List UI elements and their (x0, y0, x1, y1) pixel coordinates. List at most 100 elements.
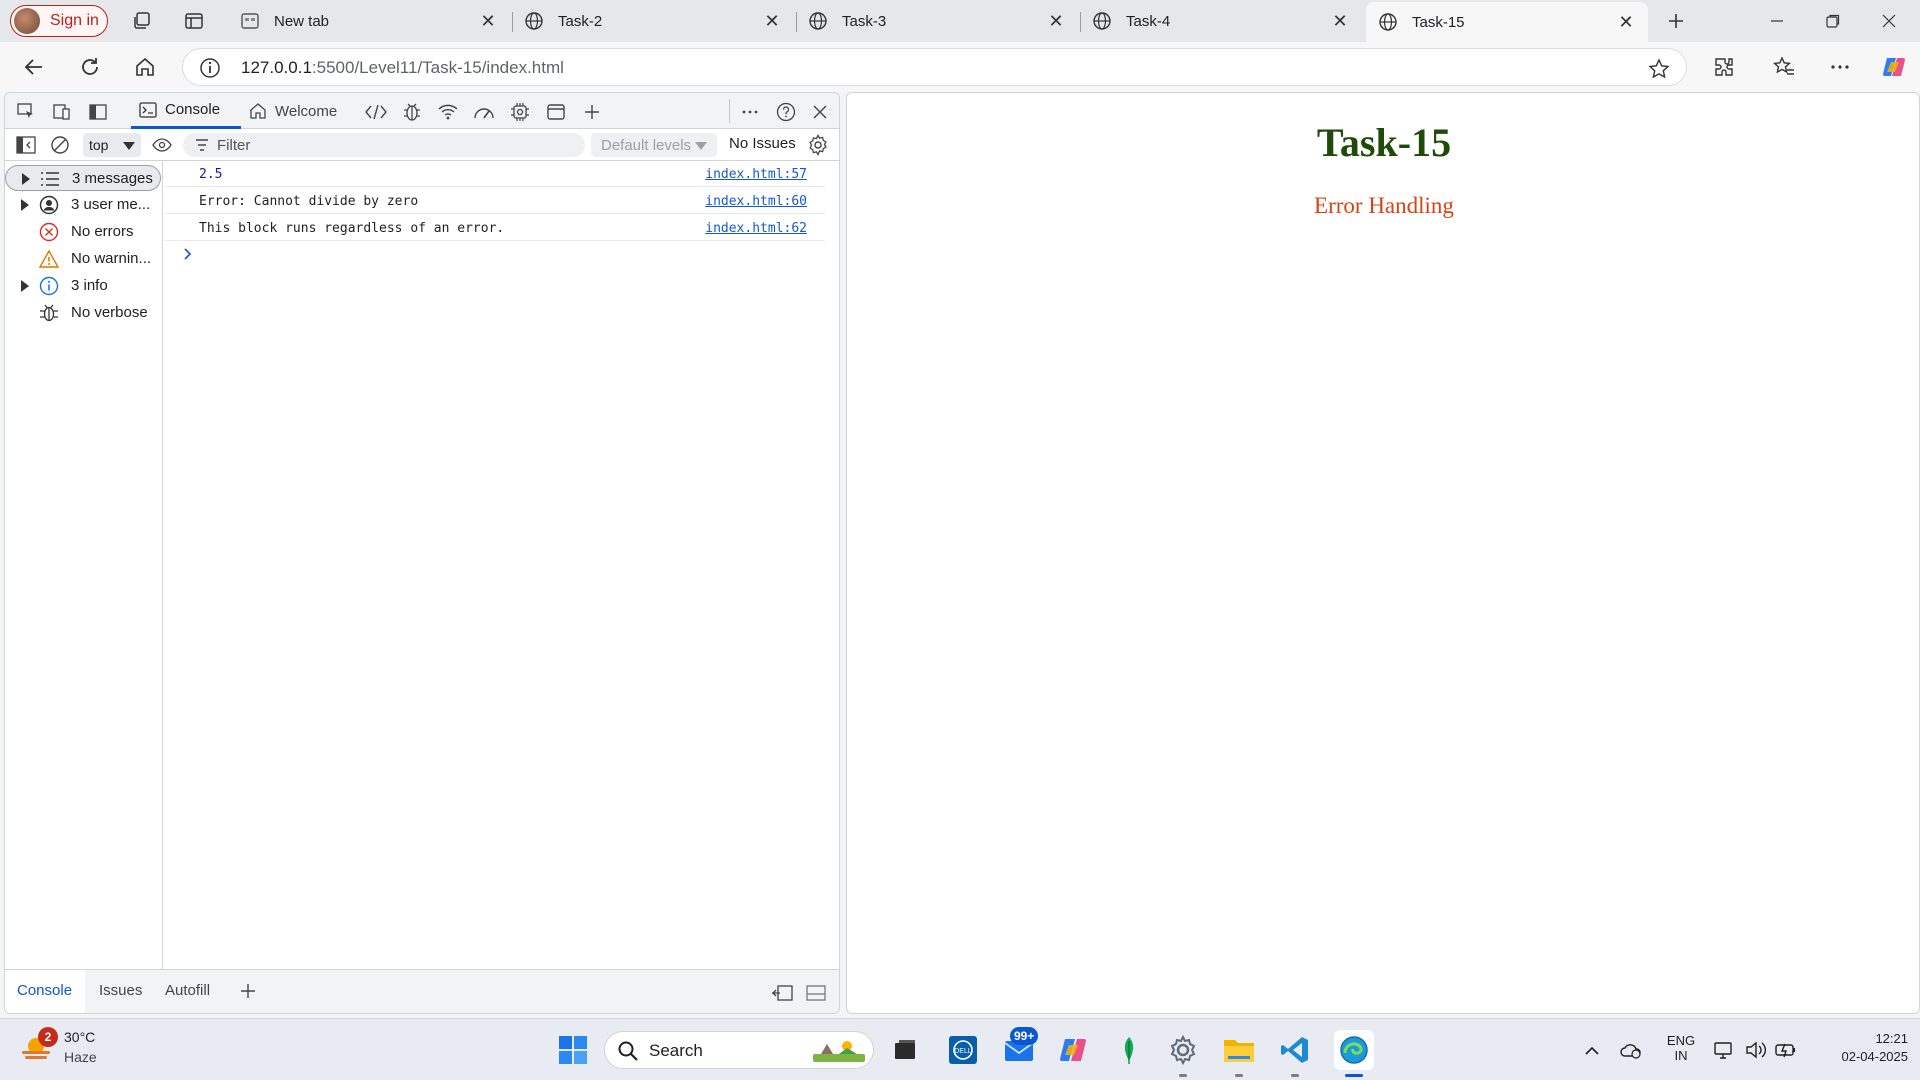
sidebar-item-label: 3 info (71, 277, 108, 294)
tab-label: Task-3 (842, 12, 887, 30)
settings-gear-icon[interactable] (1166, 1033, 1200, 1067)
sidebar-item-verbose[interactable]: No verbose (5, 300, 161, 326)
expand-arrow-icon[interactable] (22, 173, 30, 185)
back-button[interactable] (20, 53, 48, 81)
close-icon[interactable]: ✕ (1046, 11, 1066, 31)
device-toolbar-icon[interactable] (51, 101, 73, 123)
close-icon[interactable]: ✕ (1616, 12, 1636, 32)
tab-new-tab[interactable]: New tab ✕ (228, 2, 510, 40)
clock-time: 12:21 (1875, 1031, 1908, 1046)
home-button[interactable] (131, 53, 159, 81)
memory-chip-icon[interactable] (509, 101, 531, 123)
filter-input[interactable]: Filter (183, 133, 585, 157)
close-devtools-icon[interactable] (809, 101, 831, 123)
windows-start-icon[interactable] (556, 1033, 590, 1067)
favorites-icon[interactable] (1770, 53, 1798, 81)
sidebar-toggle-icon[interactable] (15, 134, 37, 156)
log-levels-dropdown[interactable]: Default levels (591, 133, 717, 157)
refresh-button[interactable] (76, 53, 104, 81)
elements-tab-icon[interactable] (365, 101, 387, 123)
close-window-button[interactable] (1866, 6, 1912, 36)
copilot-icon[interactable] (1880, 53, 1908, 81)
site-info-icon[interactable] (199, 57, 221, 79)
live-expression-eye-icon[interactable] (151, 134, 173, 156)
console-settings-gear-icon[interactable] (807, 134, 829, 156)
inspect-element-icon[interactable] (15, 101, 37, 123)
sidebar-item-info[interactable]: 3 info (5, 273, 161, 299)
signin-button[interactable]: Sign in (10, 5, 108, 37)
log-message: Error: Cannot divide by zero (199, 194, 419, 209)
vertical-tabs-icon[interactable] (182, 9, 206, 33)
drawer-tab-autofill[interactable]: Autofill (165, 982, 210, 999)
more-menu-icon[interactable] (1826, 53, 1854, 81)
network-icon[interactable] (1710, 1033, 1738, 1067)
tab-task-4[interactable]: Task-4 ✕ (1080, 2, 1362, 40)
help-icon[interactable] (775, 101, 797, 123)
application-panel-icon[interactable] (545, 101, 567, 123)
caret-down-icon (123, 142, 135, 150)
drawer-tab-issues[interactable]: Issues (99, 982, 142, 999)
volume-icon[interactable] (1742, 1033, 1770, 1067)
tab-welcome[interactable]: Welcome (249, 93, 337, 129)
restore-button[interactable] (1810, 6, 1856, 36)
tab-task-15[interactable]: Task-15 ✕ (1366, 2, 1648, 42)
more-tools-plus-icon[interactable] (581, 101, 603, 123)
expand-arrow-icon[interactable] (21, 199, 29, 211)
sidebar-item-messages[interactable]: 3 messages (5, 165, 161, 191)
list-icon (40, 169, 60, 189)
context-selector[interactable]: top (83, 133, 141, 157)
dock-side-icon[interactable] (87, 101, 109, 123)
log-source-link[interactable]: index.html:60 (705, 194, 807, 209)
network-wifi-icon[interactable] (437, 101, 459, 123)
close-drawer-icon[interactable] (805, 982, 827, 1004)
tab-task-2[interactable]: Task-2 ✕ (512, 2, 794, 40)
expand-arrow-icon[interactable] (21, 280, 29, 292)
taskbar-search[interactable]: Search (604, 1031, 874, 1069)
tab-console[interactable]: Console (131, 93, 241, 129)
extensions-icon[interactable] (1710, 53, 1738, 81)
clear-console-icon[interactable] (49, 134, 71, 156)
tab-strip: Sign in New tab ✕ Task-2 ✕ Task-3 ✕ Task… (0, 0, 1920, 42)
address-bar[interactable]: 127.0.0.1:5500/Level11/Task-15/index.htm… (182, 48, 1687, 86)
log-source-link[interactable]: index.html:62 (705, 221, 807, 236)
log-source-link[interactable]: index.html:57 (705, 167, 807, 182)
sidebar-item-warnings[interactable]: No warnin... (5, 246, 161, 272)
console-log-row: This block runs regardless of an error. … (165, 215, 825, 241)
dock-drawer-icon[interactable] (771, 982, 793, 1004)
add-drawer-tab-icon[interactable] (237, 980, 259, 1002)
copilot-app-icon[interactable] (1056, 1033, 1090, 1067)
sidebar-item-user-messages[interactable]: 3 user me... (5, 192, 161, 218)
issues-counter[interactable]: No Issues (729, 135, 796, 152)
tab-console-label: Console (165, 101, 221, 118)
new-tab-button[interactable] (1664, 9, 1688, 33)
page-title: Task-15 (1316, 120, 1452, 165)
clock[interactable]: 12:21 02-04-2025 (1808, 1031, 1909, 1064)
edge-browser-icon[interactable] (1334, 1030, 1374, 1070)
sidebar-item-label: No errors (71, 223, 134, 240)
battery-icon[interactable] (1772, 1033, 1800, 1067)
close-icon[interactable]: ✕ (1330, 11, 1350, 31)
close-icon[interactable]: ✕ (762, 11, 782, 31)
minimize-button[interactable] (1754, 6, 1800, 36)
task-view-icon[interactable] (888, 1033, 922, 1067)
close-icon[interactable]: ✕ (478, 11, 498, 31)
tab-label: New tab (274, 12, 330, 30)
vscode-icon[interactable] (1278, 1033, 1312, 1067)
sidebar-item-errors[interactable]: No errors (5, 219, 161, 245)
page-subtitle: Error Handling (1314, 193, 1454, 218)
language-indicator[interactable]: ENG IN (1662, 1033, 1700, 1063)
mongodb-leaf-icon[interactable] (1112, 1033, 1146, 1067)
debugger-bug-icon[interactable] (401, 101, 423, 123)
show-hidden-icons-chevron-icon[interactable] (1578, 1033, 1606, 1067)
file-explorer-icon[interactable] (1222, 1033, 1256, 1067)
devtools-more-icon[interactable] (739, 101, 761, 123)
tab-task-3[interactable]: Task-3 ✕ (796, 2, 1078, 40)
onedrive-sync-icon[interactable] (1616, 1033, 1646, 1067)
favorite-star-icon[interactable] (1648, 58, 1670, 80)
drawer-tab-console[interactable]: Console (17, 982, 72, 999)
dell-app-icon[interactable]: DELL (946, 1033, 980, 1067)
console-prompt-chevron-icon[interactable] (183, 247, 193, 261)
windows-taskbar: 2 30°C Haze Search DELL 99+ ENG IN 12:21… (0, 1018, 1920, 1080)
workspaces-icon[interactable] (130, 9, 154, 33)
performance-gauge-icon[interactable] (473, 101, 495, 123)
